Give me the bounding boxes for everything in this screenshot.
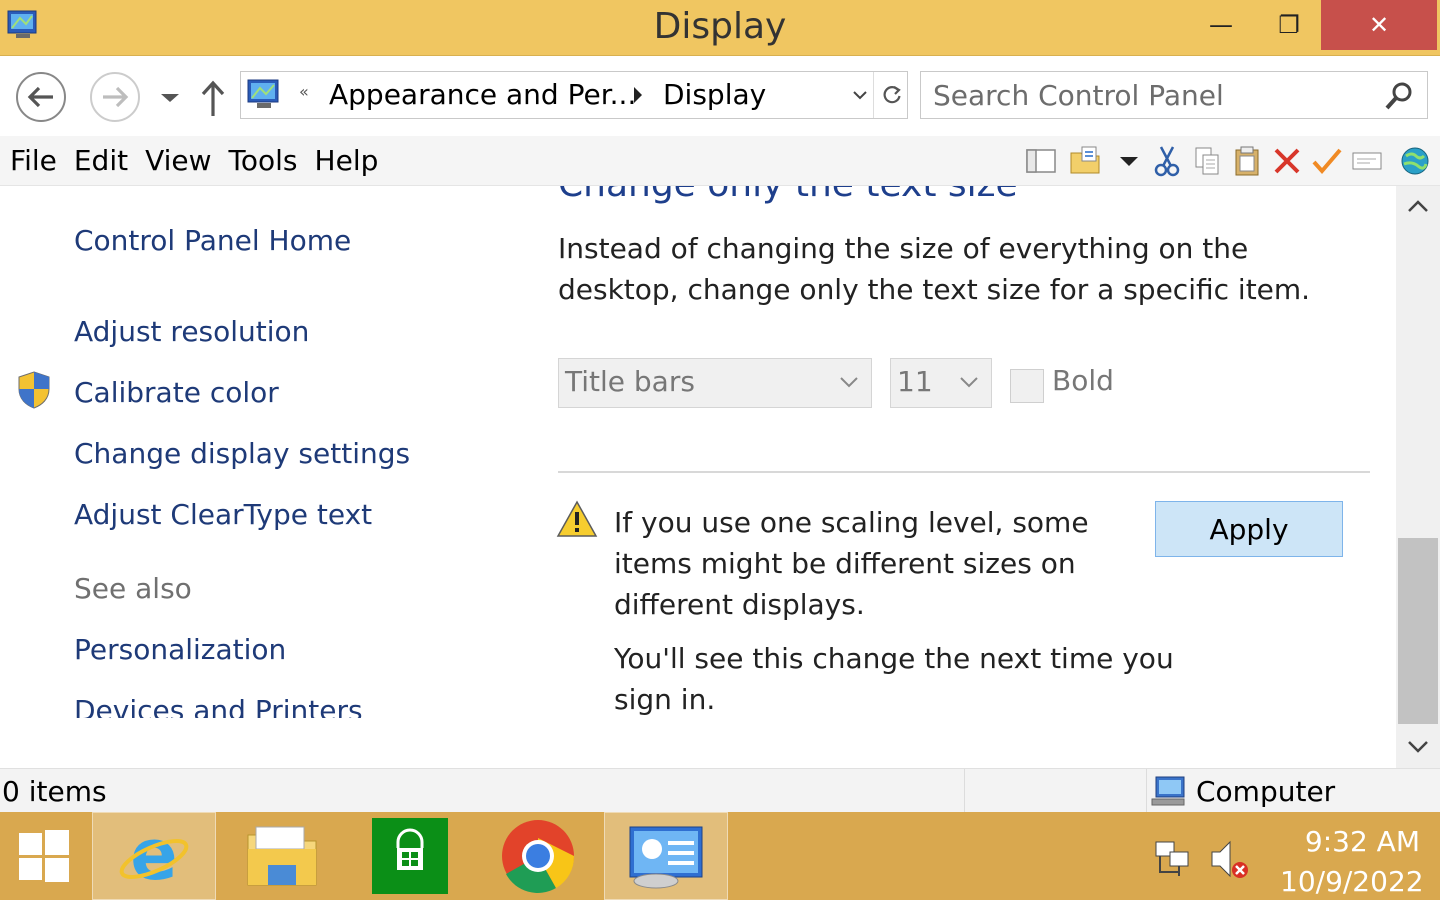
scroll-down-button[interactable] [1396,726,1440,768]
item-select-value: Title bars [565,365,695,398]
control-panel-home-link[interactable]: Control Panel Home [74,224,351,257]
uac-shield-icon [18,371,50,409]
taskbar-internet-explorer[interactable]: e [92,812,216,900]
devices-and-printers-link[interactable]: Devices and Printers [74,694,363,718]
personalization-link[interactable]: Personalization [74,633,286,666]
address-overflow-chevron-icon[interactable]: « [299,82,309,101]
start-button[interactable] [0,812,88,900]
adjust-cleartype-link[interactable]: Adjust ClearType text [74,498,372,531]
scroll-up-button[interactable] [1396,186,1440,226]
windows-logo-icon [19,830,69,882]
taskbar-store[interactable] [348,812,472,900]
section-divider [558,471,1370,473]
breadcrumb-separator-icon[interactable] [631,84,645,106]
scaling-warning-text: If you use one scaling level, some items… [614,506,1089,621]
taskbar-file-explorer[interactable] [220,812,344,900]
close-button[interactable]: ✕ [1321,0,1437,50]
change-display-settings-link[interactable]: Change display settings [74,437,410,470]
scrollbar-thumb[interactable] [1398,538,1438,724]
search-box [920,71,1428,119]
layout-pane-icon[interactable] [1024,144,1058,178]
rename-icon[interactable] [1350,144,1384,178]
bold-label: Bold [1052,364,1114,397]
forward-button[interactable] [90,72,140,122]
items-count: 0 items [2,775,107,808]
font-size-select[interactable]: 11 [890,358,992,408]
breadcrumb-appearance[interactable]: Appearance and Per... [329,78,636,111]
breadcrumb-display[interactable]: Display [663,78,766,111]
status-divider [964,769,965,813]
properties-icon[interactable] [1068,144,1102,178]
location-label: Computer [1196,775,1336,808]
store-icon [372,818,448,894]
recent-locations-dropdown-icon[interactable] [156,84,184,110]
taskbar-chrome[interactable] [476,812,600,900]
copy-icon[interactable] [1190,144,1224,178]
sign-in-note-text: You'll see this change the next time you… [614,642,1174,716]
status-bar: 0 items Computer [0,768,1440,813]
taskbar: e 9:32 AM 10/9/2022 [0,812,1440,900]
system-clock[interactable]: 9:32 AM 10/9/2022 [1280,822,1424,900]
chevron-up-icon [1408,200,1428,212]
vertical-scrollbar[interactable] [1396,186,1440,768]
internet-explorer-icon: e [119,821,189,891]
forward-arrow-icon [103,86,129,108]
address-history-chevron-icon[interactable] [847,80,873,110]
item-select[interactable]: Title bars [558,358,872,408]
globe-icon[interactable] [1398,144,1432,178]
menu-bar: File Edit View Tools Help [0,136,1440,186]
control-panel-icon [629,826,703,889]
network-icon[interactable] [1150,838,1194,880]
address-bar[interactable]: « Appearance and Per... Display [240,71,908,119]
cut-icon[interactable] [1150,144,1184,178]
main-content: Change only the text size Instead of cha… [540,186,1396,768]
adjust-resolution-link[interactable]: Adjust resolution [74,315,309,348]
search-input[interactable] [921,72,1381,118]
see-also-heading: See also [74,572,192,605]
apply-button[interactable]: Apply [1155,501,1343,557]
chevron-down-icon [960,377,978,388]
section-title: Change only the text size [558,186,1018,205]
calibrate-color-link[interactable]: Calibrate color [74,376,279,409]
search-icon[interactable] [1383,80,1415,112]
menu-help[interactable]: Help [315,144,379,177]
refresh-icon [883,86,901,104]
computer-icon [1151,776,1185,806]
volume-muted-icon[interactable] [1206,838,1250,880]
up-arrow-icon[interactable] [198,78,228,118]
minimize-button[interactable]: — [1194,0,1248,50]
chevron-down-icon [840,377,858,388]
warning-icon [556,500,598,537]
refresh-button[interactable] [873,72,909,118]
checkmark-icon[interactable] [1310,144,1344,178]
chevron-down-icon [1408,741,1428,753]
font-size-select-value: 11 [897,365,933,398]
clock-date: 10/9/2022 [1280,865,1424,898]
folder-icon [247,826,317,886]
delete-icon[interactable] [1270,144,1304,178]
menu-tools[interactable]: Tools [229,144,298,177]
bold-checkbox[interactable] [1010,369,1044,403]
menu-view[interactable]: View [145,144,211,177]
menu-file[interactable]: File [10,144,57,177]
back-arrow-icon [27,86,53,108]
menu-edit[interactable]: Edit [74,144,128,177]
taskbar-control-panel[interactable] [604,812,728,900]
clock-time: 9:32 AM [1304,825,1420,858]
section-description: Instead of changing the size of everythi… [558,232,1311,306]
paste-icon[interactable] [1230,144,1264,178]
title-bar: Display — ❐ ✕ [0,0,1440,56]
navigation-bar: « Appearance and Per... Display [0,56,1440,136]
control-panel-location-icon [247,79,279,108]
left-navigation-pane: Control Panel Home Adjust resolution Cal… [0,186,540,718]
maximize-button[interactable]: ❐ [1262,0,1316,50]
dropdown-arrow-icon[interactable] [1112,144,1146,178]
chrome-icon [502,820,575,893]
back-button[interactable] [16,72,66,122]
status-divider [1146,769,1147,813]
